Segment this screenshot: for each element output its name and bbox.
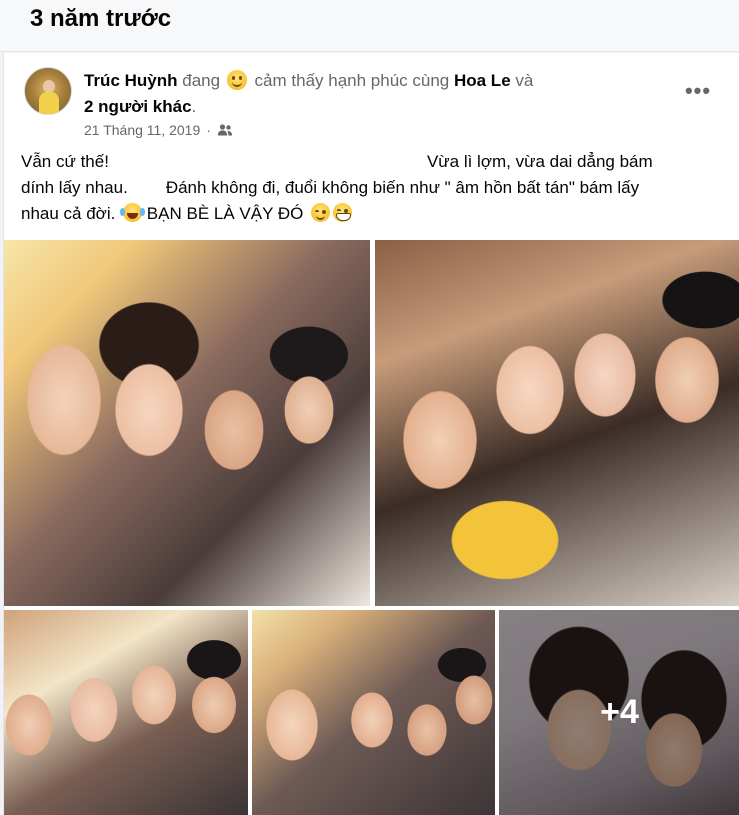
friends-icon[interactable]	[217, 123, 233, 137]
avatar-body	[39, 92, 59, 114]
period: .	[191, 97, 197, 116]
post-header-line: Trúc Huỳnh đang cảm thấy hạnh phúc cùng …	[84, 68, 644, 120]
memory-header: 3 năm trước	[0, 0, 739, 52]
post-text-line2-a: dính lấy nhau.	[21, 178, 128, 197]
post-meta: 21 Tháng 11, 2019 ·	[84, 122, 233, 138]
more-options-button[interactable]: •••	[680, 76, 716, 106]
photo-3[interactable]	[4, 610, 248, 815]
tagged-person-link[interactable]: Hoa Le	[454, 71, 511, 90]
others-link[interactable]: 2 người khác	[84, 97, 192, 116]
and-word: và	[515, 71, 534, 90]
photo-1[interactable]	[4, 240, 370, 606]
grin-emoji-icon	[333, 203, 353, 222]
photo-grid: +4	[4, 240, 739, 815]
meta-separator: ·	[206, 122, 211, 138]
post-text-line3: nhau cả đời.	[21, 204, 116, 223]
post-date-link[interactable]: 21 Tháng 11, 2019	[84, 122, 200, 138]
photo-4[interactable]	[252, 610, 495, 815]
post-text: Vẫn cứ thế! Vừa lì lợm, vừa dai dẳng bám …	[21, 149, 727, 227]
post-text-line3-b: BẠN BÈ LÀ VẬY ĐÓ	[146, 204, 304, 223]
post-text-line2-b: Đánh không đi, đuổi không biến như " âm …	[165, 178, 640, 197]
author-name[interactable]: Trúc Huỳnh	[84, 71, 178, 90]
feeling-prefix: đang	[182, 71, 221, 90]
post-card: Trúc Huỳnh đang cảm thấy hạnh phúc cùng …	[3, 53, 739, 815]
author-avatar[interactable]	[24, 67, 72, 115]
photo-5[interactable]: +4	[499, 610, 739, 815]
smile-emoji-icon	[226, 70, 247, 90]
post-text-line1-b: Vừa lì lợm, vừa dai dẳng bám	[426, 152, 653, 171]
photo-2[interactable]	[375, 240, 739, 606]
memory-title: 3 năm trước	[30, 5, 172, 32]
feeling-text: cảm thấy hạnh phúc cùng	[254, 71, 450, 90]
more-photos-overlay[interactable]: +4	[499, 610, 739, 815]
more-options-icon: •••	[684, 78, 712, 103]
more-photos-count: +4	[600, 693, 639, 731]
tears-of-joy-emoji-icon	[120, 203, 143, 222]
smiling-eyes-emoji-icon	[311, 203, 331, 222]
post-text-line1-a: Vẫn cứ thế!	[21, 152, 109, 171]
